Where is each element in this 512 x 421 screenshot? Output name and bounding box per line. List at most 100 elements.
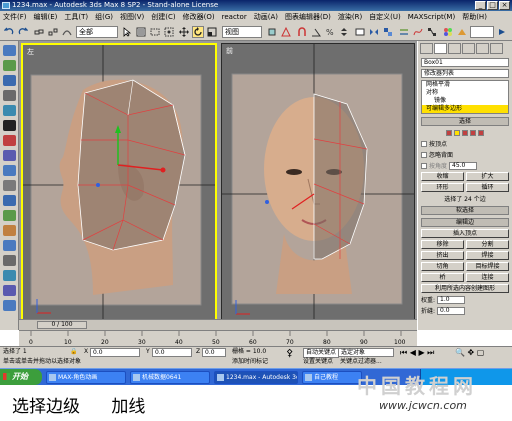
menu-reactor[interactable]: reactor <box>222 11 247 23</box>
remove-button[interactable]: 移除 <box>421 240 464 249</box>
stack-item-mirror[interactable]: 镜像 <box>422 97 508 105</box>
named-selection-icon[interactable] <box>354 26 366 38</box>
select-and-rotate-icon[interactable] <box>192 26 204 38</box>
lock-icon[interactable]: 🔒 <box>70 348 77 356</box>
taskbar-item-3[interactable]: 1234.max - Autodesk 3ds Max <box>214 371 298 384</box>
redo-icon[interactable] <box>17 26 29 38</box>
render-type-dropdown[interactable] <box>470 26 494 38</box>
angle-value-field[interactable]: 45.0 <box>449 161 478 170</box>
tool-3-icon[interactable] <box>3 75 16 86</box>
select-and-move-icon[interactable] <box>178 26 190 38</box>
tool-1-icon[interactable] <box>3 45 16 56</box>
tool-2-icon[interactable] <box>3 60 16 71</box>
viewport-front-label[interactable]: 前 <box>226 46 233 56</box>
quick-render-icon[interactable] <box>496 26 508 38</box>
y-coordinate-field[interactable]: 0.0 <box>152 348 192 357</box>
motion-tab-icon[interactable] <box>462 43 475 54</box>
unlink-icon[interactable] <box>47 26 59 38</box>
display-tab-icon[interactable] <box>476 43 489 54</box>
stack-item-meshsmooth[interactable]: 网格平滑 <box>422 81 508 89</box>
menu-views[interactable]: 视图(V) <box>120 11 144 23</box>
track-bar[interactable]: 0 10 20 30 40 50 60 70 80 90 100 <box>19 330 417 346</box>
menu-edit[interactable]: 编辑(E) <box>34 11 58 23</box>
layer-manager-icon[interactable] <box>398 26 410 38</box>
hierarchy-tab-icon[interactable] <box>448 43 461 54</box>
taskbar-item-1[interactable]: MAX-角色动画 <box>46 371 126 384</box>
tool-13-icon[interactable] <box>3 225 16 236</box>
selection-filter-dropdown[interactable]: 全部 <box>76 26 118 38</box>
tool-14-icon[interactable] <box>3 240 16 251</box>
tool-12-icon[interactable] <box>3 210 16 221</box>
time-slider-track[interactable]: 0 / 100 <box>19 319 417 330</box>
reference-coordinate-dropdown[interactable]: 视图 <box>222 26 262 38</box>
ignore-backfacing-checkbox[interactable] <box>421 151 427 158</box>
object-name-field[interactable]: Box01 <box>421 58 509 67</box>
x-coordinate-field[interactable]: 0.0 <box>90 348 140 357</box>
tool-17-icon[interactable] <box>3 285 16 296</box>
crease-field[interactable]: 0.0 <box>437 306 466 315</box>
menu-create[interactable]: 创建(C) <box>151 11 175 23</box>
taskbar-item-2[interactable]: 机械数据0641 <box>130 371 210 384</box>
taskbar-item-4[interactable]: 自己教程 <box>302 371 362 384</box>
stack-item-symmetry[interactable]: 对称 <box>422 89 508 97</box>
select-and-scale-icon[interactable] <box>206 26 218 38</box>
curve-editor-icon[interactable] <box>412 26 424 38</box>
split-button[interactable]: 分割 <box>466 240 509 249</box>
target-weld-button[interactable]: 目标焊接 <box>466 262 509 271</box>
close-button[interactable]: × <box>499 1 510 10</box>
spinner-snap-icon[interactable] <box>338 26 350 38</box>
polygon-level-icon[interactable] <box>470 129 476 136</box>
window-crossing-icon[interactable] <box>163 26 175 38</box>
auto-key-button[interactable]: 自动关键点 <box>303 348 340 358</box>
viewport-front[interactable]: 前 <box>221 43 415 326</box>
playback-controls-icon[interactable]: ⏮ ◀ ▶ ⏭ <box>400 349 434 357</box>
create-tab-icon[interactable] <box>420 43 433 54</box>
grow-button[interactable]: 扩大 <box>466 172 509 181</box>
ring-button[interactable]: 环形 <box>421 183 464 192</box>
add-time-tag[interactable]: 添加时间标记 <box>232 358 268 366</box>
selected-object-dropdown[interactable]: 选定对象 <box>338 348 394 357</box>
border-level-icon[interactable] <box>462 129 468 136</box>
select-by-name-icon[interactable] <box>135 26 147 38</box>
menu-group[interactable]: 组(G) <box>95 11 113 23</box>
weight-field[interactable]: 1.0 <box>437 295 466 304</box>
by-vertex-checkbox[interactable] <box>421 140 427 147</box>
percent-snap-icon[interactable]: % <box>324 26 336 38</box>
loop-button[interactable]: 循环 <box>466 183 509 192</box>
tool-5-icon[interactable] <box>3 105 16 116</box>
stack-item-editable-poly[interactable]: 可编辑多边形 <box>422 105 508 113</box>
menu-modifiers[interactable]: 修改器(O) <box>183 11 215 23</box>
schematic-view-icon[interactable] <box>426 26 438 38</box>
bridge-button[interactable]: 桥 <box>421 273 464 282</box>
viewport-nav-icons[interactable]: 🔍 ✥ ▢ <box>455 349 484 357</box>
angle-snap-icon[interactable] <box>310 26 322 38</box>
tool-9-icon[interactable] <box>3 165 16 176</box>
tool-6-icon[interactable] <box>3 120 16 131</box>
time-slider[interactable]: 0 / 100 <box>37 321 87 329</box>
menu-graph-editors[interactable]: 图表编辑器(D) <box>285 11 331 23</box>
menu-file[interactable]: 文件(F) <box>3 11 27 23</box>
tool-15-icon[interactable] <box>3 255 16 266</box>
viewport-left[interactable]: 左 <box>21 43 217 326</box>
tool-10-icon[interactable] <box>3 180 16 191</box>
start-button[interactable]: 开始 <box>0 369 42 385</box>
tool-4-icon[interactable] <box>3 90 16 101</box>
modifier-list-dropdown[interactable]: 修改器列表 <box>421 69 509 78</box>
edge-level-icon[interactable] <box>454 129 460 136</box>
align-icon[interactable] <box>382 26 394 38</box>
snaps-toggle-icon[interactable] <box>296 26 308 38</box>
menu-help[interactable]: 帮助(H) <box>462 11 487 23</box>
chamfer-button[interactable]: 切角 <box>421 262 464 271</box>
render-scene-icon[interactable] <box>456 26 468 38</box>
set-key-button[interactable]: 设置关键点 <box>303 358 333 366</box>
shrink-button[interactable]: 收缩 <box>421 172 464 181</box>
vertex-level-icon[interactable] <box>446 129 452 136</box>
select-manipulate-icon[interactable] <box>280 26 292 38</box>
utilities-tab-icon[interactable] <box>490 43 503 54</box>
tool-16-icon[interactable] <box>3 270 16 281</box>
pivot-center-icon[interactable] <box>266 26 278 38</box>
soft-selection-rollout[interactable]: 软选择 <box>421 206 509 215</box>
maximize-button[interactable]: □ <box>487 1 498 10</box>
select-object-icon[interactable] <box>121 26 133 38</box>
z-coordinate-field[interactable]: 0.0 <box>202 348 226 357</box>
